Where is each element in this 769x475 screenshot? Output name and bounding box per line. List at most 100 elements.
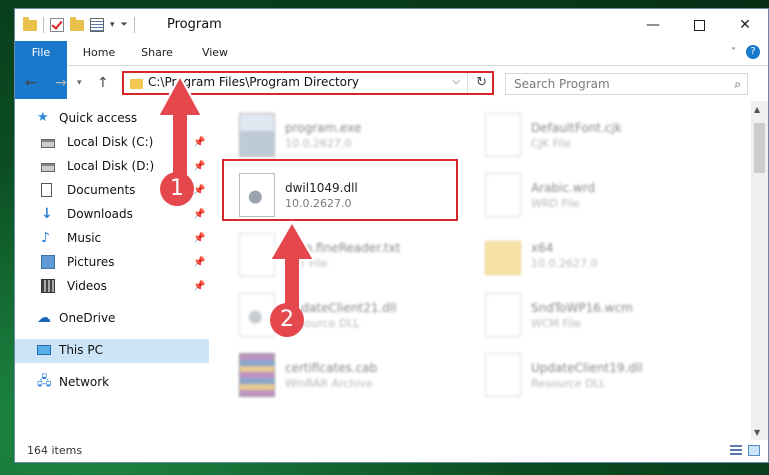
close-button[interactable]: ✕ bbox=[722, 9, 768, 41]
tab-share[interactable]: Share bbox=[137, 41, 177, 65]
back-arrow-icon[interactable]: ← bbox=[25, 75, 37, 91]
sidebar-item-this-pc[interactable]: This PC bbox=[15, 339, 209, 363]
pin-icon[interactable]: 📌 bbox=[193, 257, 205, 268]
document-icon bbox=[41, 183, 52, 197]
file-description: 10.0.2627.0 bbox=[531, 257, 598, 270]
sidebar-item-label: OneDrive bbox=[59, 311, 116, 325]
explorer-window: ▾ ⏷ Program — ✕ File Home Share View ˅ ?… bbox=[14, 8, 769, 463]
properties-check-icon[interactable] bbox=[50, 18, 64, 32]
sidebar-item-label: Videos bbox=[67, 279, 107, 293]
sidebar-item-onedrive[interactable]: ☁ OneDrive bbox=[15, 307, 209, 331]
tab-home[interactable]: Home bbox=[79, 41, 119, 65]
ribbon-tabs: File Home Share View ˅ ? bbox=[15, 41, 768, 99]
highlight-box bbox=[222, 159, 458, 221]
file-item[interactable]: SndToWP16.wcm WCM File bbox=[485, 291, 715, 349]
sidebar-item-label: Network bbox=[59, 375, 110, 389]
file-icon bbox=[485, 353, 521, 397]
view-properties-icon[interactable] bbox=[90, 18, 104, 32]
file-name: program.exe bbox=[285, 121, 362, 135]
quick-access-toolbar: ▾ ⏷ bbox=[23, 16, 135, 33]
forward-arrow-icon[interactable]: → bbox=[55, 75, 67, 91]
music-icon: ♪ bbox=[41, 230, 50, 246]
sidebar-item-label: Local Disk (C:) bbox=[67, 135, 154, 149]
videos-icon bbox=[41, 279, 55, 293]
sidebar-item-pictures[interactable]: Pictures 📌 bbox=[15, 251, 209, 275]
step-badge-2: 2 bbox=[270, 303, 304, 337]
scrollbar-thumb[interactable] bbox=[754, 123, 765, 173]
sidebar-item-label: Pictures bbox=[67, 255, 115, 269]
search-placeholder[interactable]: Search Program bbox=[514, 77, 610, 91]
download-icon: ↓ bbox=[41, 206, 53, 222]
search-box[interactable]: Search Program ⌕ bbox=[505, 73, 748, 95]
file-item[interactable]: Arabic.wrd WRD File bbox=[485, 171, 715, 229]
sidebar-item-label: Local Disk (D:) bbox=[67, 159, 155, 173]
recent-locations-icon[interactable]: ▾ bbox=[77, 78, 82, 88]
file-description: CJK File bbox=[531, 137, 572, 150]
customize-toolbar-icon[interactable]: ⏷ bbox=[121, 20, 128, 30]
window-title: Program bbox=[167, 17, 222, 32]
file-icon bbox=[485, 113, 521, 157]
large-icons-view-icon[interactable] bbox=[748, 445, 760, 456]
network-icon: 🖧 bbox=[37, 374, 52, 389]
pin-icon[interactable]: 📌 bbox=[193, 233, 205, 244]
file-name: DefaultFont.cjk bbox=[531, 121, 622, 135]
file-item[interactable]: DefaultFont.cjk CJK File bbox=[485, 111, 715, 169]
title-bar: ▾ ⏷ Program — ✕ bbox=[15, 9, 768, 41]
sidebar-item-label: This PC bbox=[59, 343, 103, 357]
pictures-icon bbox=[41, 255, 55, 269]
chevron-down-icon[interactable]: ▾ bbox=[110, 20, 115, 30]
navigation-bar: ← → ▾ ↑ C:\Program Files\Program Directo… bbox=[15, 66, 768, 100]
file-name: x64 bbox=[531, 241, 554, 255]
sidebar-item-label: Music bbox=[67, 231, 102, 245]
scroll-up-icon[interactable]: ▲ bbox=[754, 105, 760, 114]
new-folder-icon[interactable] bbox=[70, 16, 84, 31]
computer-icon bbox=[37, 345, 51, 355]
file-name: SndToWP16.wcm bbox=[531, 301, 633, 315]
sidebar-item-label: Quick access bbox=[59, 111, 138, 125]
star-icon: ★ bbox=[37, 110, 49, 125]
file-name: UpdateClient19.dll bbox=[531, 361, 643, 375]
maximize-icon bbox=[693, 19, 705, 31]
file-icon bbox=[485, 173, 521, 217]
file-description: WRD File bbox=[531, 197, 580, 210]
item-count: 164 items bbox=[27, 444, 83, 457]
help-icon[interactable]: ? bbox=[746, 45, 760, 59]
exe-icon bbox=[239, 113, 275, 157]
expand-ribbon-icon[interactable]: ˅ bbox=[731, 47, 736, 58]
tab-view[interactable]: View bbox=[195, 41, 235, 65]
archive-icon bbox=[239, 353, 275, 397]
file-item[interactable]: certificates.cab WinRAR Archive bbox=[239, 351, 469, 409]
step-badge-1: 1 bbox=[160, 172, 194, 206]
cloud-icon: ☁ bbox=[37, 310, 51, 326]
file-description: Resource DLL bbox=[531, 377, 606, 390]
pin-icon[interactable]: 📌 bbox=[193, 209, 205, 220]
file-name: certificates.cab bbox=[285, 361, 378, 375]
minimize-button[interactable]: — bbox=[630, 9, 676, 41]
chevron-down-icon[interactable]: ⌵ bbox=[452, 76, 460, 87]
file-name: Arabic.wrd bbox=[531, 181, 596, 195]
search-icon[interactable]: ⌕ bbox=[734, 77, 741, 92]
address-divider bbox=[467, 73, 468, 93]
vertical-scrollbar[interactable]: ▲ ▼ bbox=[751, 101, 768, 441]
sidebar-item-videos[interactable]: Videos 📌 bbox=[15, 275, 209, 299]
sidebar-item-downloads[interactable]: ↓ Downloads 📌 bbox=[15, 203, 209, 227]
maximize-button[interactable] bbox=[676, 9, 722, 41]
disk-icon bbox=[41, 163, 55, 172]
sidebar-item-label: Downloads bbox=[67, 207, 133, 221]
pin-icon[interactable]: 📌 bbox=[193, 281, 205, 292]
up-arrow-icon[interactable]: ↑ bbox=[97, 75, 109, 91]
toolbar-divider bbox=[43, 17, 44, 33]
file-description: 10.0.2627.0 bbox=[285, 137, 352, 150]
sidebar-item-network[interactable]: 🖧 Network bbox=[15, 371, 209, 395]
folder-icon[interactable] bbox=[23, 16, 37, 31]
disk-icon bbox=[41, 139, 55, 148]
file-item[interactable]: x64 10.0.2627.0 bbox=[485, 231, 715, 289]
toolbar-divider bbox=[133, 17, 135, 33]
sidebar-item-music[interactable]: ♪ Music 📌 bbox=[15, 227, 209, 251]
file-icon bbox=[485, 293, 521, 337]
details-view-icon[interactable] bbox=[730, 445, 742, 456]
scroll-down-icon[interactable]: ▼ bbox=[754, 428, 760, 437]
refresh-icon[interactable]: ↻ bbox=[476, 75, 487, 90]
folder-icon bbox=[130, 79, 143, 89]
file-item[interactable]: UpdateClient19.dll Resource DLL bbox=[485, 351, 715, 409]
